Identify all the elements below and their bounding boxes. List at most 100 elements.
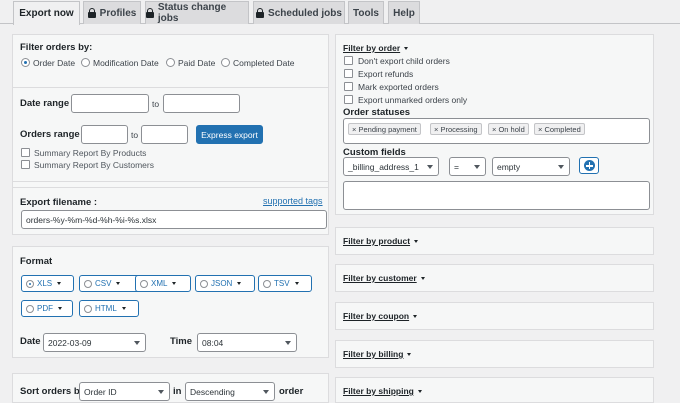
chevron-down-icon [134, 340, 140, 345]
tab-help[interactable]: Help [388, 1, 420, 24]
filter-by-coupon-toggle[interactable]: Filter by coupon [343, 311, 418, 321]
caret-down-icon [294, 282, 299, 285]
supported-tags-link[interactable]: supported tags [263, 196, 323, 206]
caret-down-icon [407, 353, 412, 357]
format-tsv-button[interactable]: TSV [258, 275, 312, 292]
radio-paid-date-label: Paid Date [178, 58, 216, 68]
filter-by-customer-panel: Filter by customer [335, 264, 654, 292]
export-refunds-checkbox[interactable] [344, 69, 353, 78]
caret-down-icon [116, 282, 121, 285]
caret-down-icon [420, 277, 425, 281]
caret-down-icon [414, 240, 419, 244]
radio-icon [200, 279, 208, 288]
radio-order-date-label: Order Date [33, 58, 76, 68]
sort-in-label: in [173, 386, 182, 397]
radio-icon [263, 279, 271, 288]
sort-label: Sort orders by [20, 386, 85, 397]
time-label: Time [170, 336, 193, 347]
tab-scheduled-jobs[interactable]: Scheduled jobs [253, 1, 345, 24]
radio-paid-date[interactable] [166, 58, 175, 67]
custom-fields-list[interactable] [343, 181, 650, 210]
dont-export-child-label: Don't export child orders [358, 56, 450, 66]
caret-down-icon [413, 315, 418, 319]
filter-orders-title: Filter orders by: [20, 42, 93, 53]
date-label: Date [20, 336, 41, 347]
format-pdf-button[interactable]: PDF [21, 300, 73, 317]
dont-export-child-checkbox[interactable] [344, 56, 353, 65]
filter-by-billing-panel: Filter by billing [335, 340, 654, 368]
filter-by-order-toggle[interactable]: Filter by order [343, 43, 409, 53]
date-range-from-input[interactable] [71, 94, 149, 113]
chevron-down-icon [558, 164, 564, 169]
sort-order-suffix: order [279, 386, 304, 397]
orders-range-to-label: to [131, 130, 139, 140]
radio-icon [26, 304, 34, 313]
orders-range-label: Orders range [20, 129, 80, 140]
lock-icon [256, 8, 265, 18]
add-custom-field-button[interactable] [579, 157, 599, 174]
status-tag-on-hold[interactable]: × On hold [488, 123, 529, 135]
filter-by-product-panel: Filter by product [335, 227, 654, 255]
format-panel: Format XLS CSV XML JSON TSV PDF HTML Dat… [12, 246, 329, 358]
caret-down-icon [172, 282, 177, 285]
summary-products-checkbox[interactable] [21, 148, 30, 157]
time-select[interactable]: 08:04 [197, 333, 297, 352]
caret-down-icon [404, 47, 409, 51]
date-select[interactable]: 2022-03-09 [43, 333, 146, 352]
radio-modification-date-label: Modification Date [93, 58, 159, 68]
status-tag-pending[interactable]: × Pending payment [348, 123, 421, 135]
mark-exported-checkbox[interactable] [344, 82, 353, 91]
chevron-down-icon [158, 389, 164, 394]
filter-by-customer-toggle[interactable]: Filter by customer [343, 273, 425, 283]
divider [13, 87, 328, 88]
format-csv-button[interactable]: CSV [79, 275, 142, 292]
radio-icon [84, 279, 92, 288]
caret-down-icon [121, 307, 126, 310]
status-tag-processing[interactable]: × Processing [430, 123, 482, 135]
operator-select[interactable]: = [449, 157, 486, 176]
status-tag-completed[interactable]: × Completed [534, 123, 585, 135]
export-filename-input[interactable]: orders-%y-%m-%d-%h-%i-%s.xlsx [21, 210, 327, 229]
summary-customers-label: Summary Report By Customers [34, 160, 154, 170]
tab-export-now[interactable]: Export now [13, 1, 80, 25]
format-xml-button[interactable]: XML [135, 275, 191, 292]
summary-products-label: Summary Report By Products [34, 148, 147, 158]
custom-value-select[interactable]: empty [492, 157, 570, 176]
date-range-to-label: to [152, 99, 160, 109]
lock-icon [87, 8, 96, 18]
caret-down-icon [237, 282, 242, 285]
sort-direction-select[interactable]: Descending [185, 382, 275, 401]
tab-tools[interactable]: Tools [348, 1, 384, 24]
caret-down-icon [58, 307, 62, 310]
filter-by-product-toggle[interactable]: Filter by product [343, 236, 419, 246]
custom-field-select[interactable]: _billing_address_1 [343, 157, 439, 176]
filter-by-shipping-toggle[interactable]: Filter by shipping [343, 386, 422, 396]
filter-orders-panel: Filter orders by: Order Date Modificatio… [12, 34, 329, 211]
format-html-button[interactable]: HTML [79, 300, 139, 317]
chevron-down-icon [285, 340, 291, 345]
radio-order-date[interactable] [21, 58, 30, 67]
chevron-down-icon [474, 164, 480, 169]
summary-customers-checkbox[interactable] [21, 160, 30, 169]
format-xls-button[interactable]: XLS [21, 275, 74, 292]
export-unmarked-label: Export unmarked orders only [358, 95, 468, 105]
date-range-to-input[interactable] [163, 94, 240, 113]
express-export-button[interactable]: Express export [196, 125, 263, 144]
format-json-button[interactable]: JSON [195, 275, 255, 292]
tab-bar: Export now Profiles Status change jobs S… [0, 0, 680, 25]
tab-status-change-jobs[interactable]: Status change jobs [145, 1, 249, 24]
filter-by-billing-toggle[interactable]: Filter by billing [343, 349, 412, 359]
filter-by-shipping-panel: Filter by shipping [335, 377, 654, 403]
orders-range-to-input[interactable] [141, 125, 188, 144]
orders-range-from-input[interactable] [81, 125, 128, 144]
radio-completed-date[interactable] [221, 58, 230, 67]
order-statuses-label: Order statuses [343, 107, 411, 118]
export-filename-panel: Export filename : supported tags orders-… [12, 187, 329, 235]
chevron-down-icon [263, 389, 269, 394]
sort-field-select[interactable]: Order ID [79, 382, 170, 401]
radio-completed-date-label: Completed Date [233, 58, 295, 68]
filter-by-coupon-panel: Filter by coupon [335, 302, 654, 330]
export-unmarked-checkbox[interactable] [344, 95, 353, 104]
tab-profiles[interactable]: Profiles [83, 1, 141, 24]
radio-modification-date[interactable] [81, 58, 90, 67]
